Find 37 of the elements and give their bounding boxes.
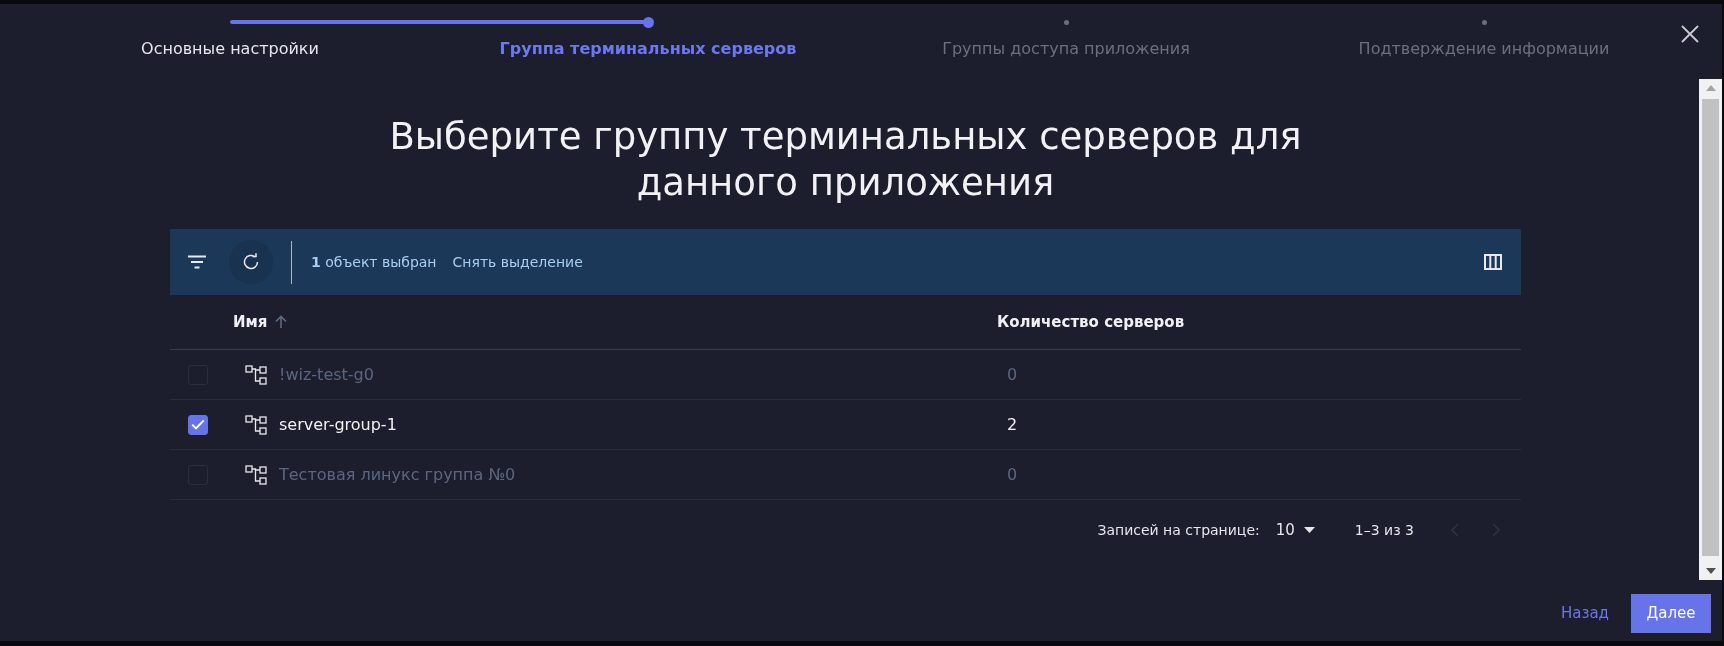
refresh-button[interactable] — [229, 240, 273, 284]
step-label: Основные настройки — [141, 38, 319, 60]
sort-up-arrow-icon — [275, 315, 288, 329]
step-label: Группа терминальных серверов — [499, 38, 797, 60]
close-icon — [1680, 24, 1700, 44]
group-name: server-group-1 — [279, 413, 397, 436]
rows-per-page-select[interactable]: 10 — [1275, 518, 1315, 542]
scroll-up-arrow-icon[interactable] — [1705, 85, 1716, 91]
page-range: 1–3 из 3 — [1354, 520, 1414, 540]
clear-selection-link[interactable]: Снять выделение — [452, 251, 583, 273]
group-name: Тестовая линукс группа №0 — [279, 463, 516, 486]
caret-down-icon — [1303, 527, 1315, 533]
checkmark-icon — [191, 419, 205, 430]
page-heading: Выберите группу терминальных серверов для данного приложения — [388, 114, 1303, 206]
server-count: 2 — [1007, 413, 1018, 436]
group-name: !wiz-test-g0 — [279, 363, 374, 386]
hierarchy-icon — [245, 413, 267, 436]
close-button[interactable] — [1680, 24, 1700, 44]
rows-per-page-label: Записей на странице: — [1097, 520, 1260, 540]
refresh-icon — [242, 253, 260, 271]
hierarchy-icon — [245, 363, 267, 386]
server-count: 0 — [1007, 363, 1018, 386]
scrollbar-thumb[interactable] — [1702, 99, 1719, 556]
hierarchy-icon — [245, 463, 267, 486]
server-count: 0 — [1007, 463, 1018, 486]
back-button[interactable]: Назад — [1551, 594, 1619, 633]
scrollbar[interactable] — [1699, 79, 1722, 580]
scroll-down-arrow-icon[interactable] — [1705, 568, 1716, 574]
column-header[interactable]: Имя — [233, 310, 288, 334]
next-button[interactable]: Далее — [1631, 594, 1711, 633]
columns-icon[interactable] — [1484, 254, 1502, 270]
filter-icon[interactable] — [187, 255, 207, 269]
selection-count: 1 объект выбран — [311, 252, 437, 272]
step-label: Группы доступа приложения — [942, 38, 1190, 60]
row-checkbox[interactable] — [188, 414, 208, 435]
column-header[interactable]: Количество серверов — [997, 310, 1185, 334]
step-label: Подтверждение информации — [1358, 38, 1610, 60]
